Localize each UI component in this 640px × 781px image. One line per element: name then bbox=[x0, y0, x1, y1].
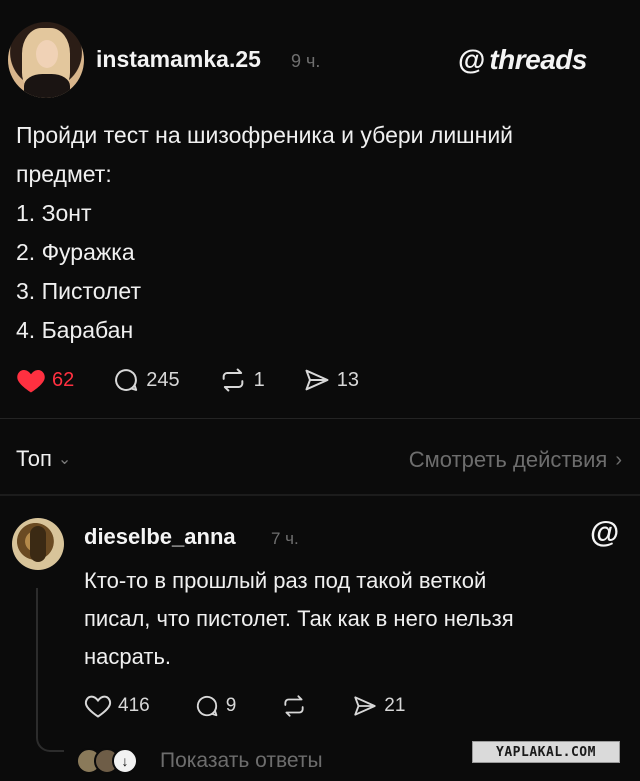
reply-time: 7 ч. bbox=[271, 529, 299, 548]
reply-author-username[interactable]: dieselbe_anna bbox=[84, 524, 236, 550]
comment-button[interactable]: 245 bbox=[112, 366, 180, 394]
reply-text-line: насрать. bbox=[84, 644, 172, 669]
thread-line-curve bbox=[36, 726, 64, 752]
thread-line bbox=[36, 588, 38, 738]
reply-text-line: писал, что пистолет. Так как в него нель… bbox=[84, 606, 514, 631]
heart-icon bbox=[84, 695, 112, 718]
reply-like-count: 416 bbox=[118, 695, 150, 716]
view-activity-label: Смотреть действия bbox=[408, 447, 608, 472]
send-icon bbox=[305, 369, 329, 391]
threads-icon: @ bbox=[590, 516, 620, 549]
watermark: YAPLAKAL.COM bbox=[472, 741, 620, 763]
post-text-line: 2. Фуражка bbox=[16, 239, 135, 265]
like-button[interactable]: 62 bbox=[16, 366, 74, 394]
sort-dropdown[interactable]: Топ ⌄ bbox=[16, 446, 71, 472]
arrow-down-icon: ↓ bbox=[112, 748, 138, 774]
post-text-line: 4. Барабан bbox=[16, 317, 134, 343]
post-text-line: 3. Пистолет bbox=[16, 278, 141, 304]
divider bbox=[0, 418, 640, 419]
repost-button[interactable]: 1 bbox=[218, 366, 265, 394]
show-replies-label: Показать ответы bbox=[160, 749, 323, 772]
threads-icon: @ bbox=[458, 44, 486, 75]
post-text-line: 1. Зонт bbox=[16, 200, 92, 226]
reply-actions: 416 9 21 bbox=[84, 690, 449, 722]
repost-icon bbox=[284, 695, 304, 717]
chevron-down-icon: ⌄ bbox=[57, 451, 72, 468]
author-username[interactable]: instamamka.25 bbox=[96, 46, 261, 73]
like-count: 62 bbox=[52, 368, 75, 391]
threads-wordmark: threads bbox=[489, 44, 587, 75]
post-time: 9 ч. bbox=[291, 51, 321, 71]
reply-comment-button[interactable]: 9 bbox=[194, 693, 237, 719]
post-actions: 62 245 1 13 bbox=[16, 364, 397, 396]
reply-repost-button[interactable] bbox=[280, 693, 308, 719]
sort-label: Топ bbox=[16, 446, 52, 471]
heart-filled-icon bbox=[17, 370, 45, 393]
reply-post: dieselbe_anna 7 ч. @ Кто-то в прошлый ра… bbox=[0, 496, 640, 781]
reply-share-count: 21 bbox=[384, 695, 406, 716]
reply-body: Кто-то в прошлый раз под такой веткой пи… bbox=[84, 562, 624, 676]
show-replies-link[interactable]: ↓ Показать ответы bbox=[76, 748, 323, 774]
view-activity-link[interactable]: Смотреть действия › bbox=[409, 447, 622, 473]
post-text-line: Пройди тест на шизофреника и убери лишни… bbox=[16, 122, 514, 148]
threads-logo: @ threads bbox=[458, 44, 587, 76]
post-body: Пройди тест на шизофреника и убери лишни… bbox=[16, 116, 616, 350]
reply-text-line: Кто-то в прошлый раз под такой веткой bbox=[84, 568, 487, 593]
reply-comment-count: 9 bbox=[225, 695, 237, 716]
author-avatar[interactable] bbox=[8, 22, 84, 98]
share-count: 13 bbox=[336, 368, 359, 391]
share-button[interactable]: 13 bbox=[303, 366, 359, 394]
comment-icon bbox=[115, 369, 138, 391]
reply-like-button[interactable]: 416 bbox=[84, 693, 150, 719]
post-text-line: предмет: bbox=[16, 161, 112, 187]
repost-icon bbox=[222, 368, 243, 392]
comment-count: 245 bbox=[146, 368, 180, 391]
comment-icon bbox=[196, 695, 218, 717]
reply-author-avatar[interactable] bbox=[12, 518, 64, 570]
send-icon bbox=[354, 696, 376, 716]
chevron-right-icon: › bbox=[615, 448, 622, 471]
repost-count: 1 bbox=[253, 368, 265, 391]
main-post: instamamka.25 9 ч. @ threads Пройди тест… bbox=[0, 0, 640, 495]
reply-share-button[interactable]: 21 bbox=[352, 693, 405, 719]
